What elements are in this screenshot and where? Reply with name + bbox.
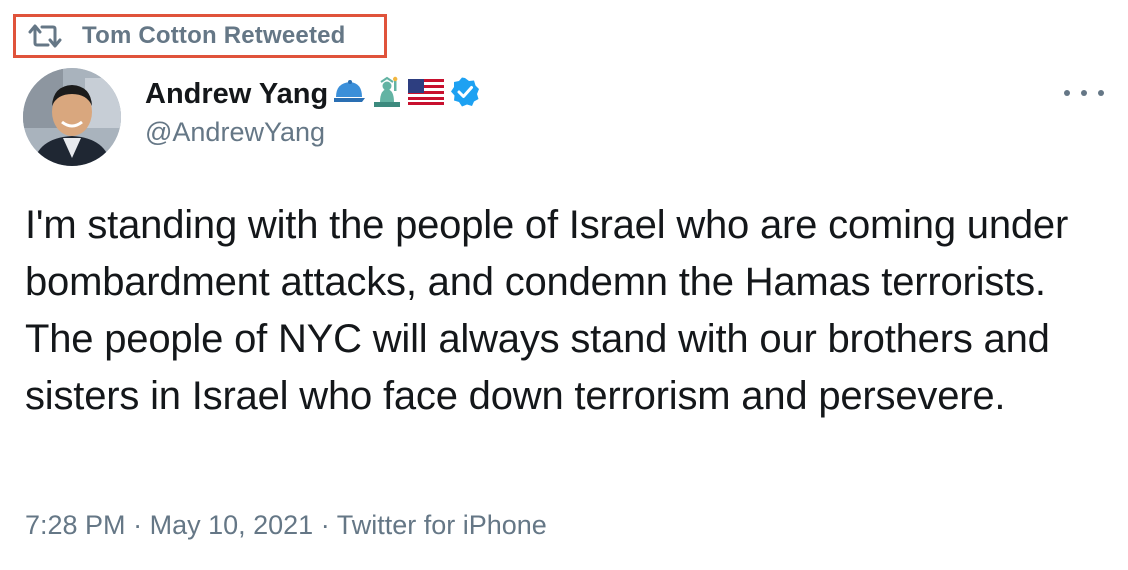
tweet-source[interactable]: Twitter for iPhone — [337, 510, 547, 540]
avatar[interactable] — [23, 68, 121, 166]
tweet-time[interactable]: 7:28 PM — [25, 510, 126, 540]
tweet-meta: 7:28 PM · May 10, 2021 · Twitter for iPh… — [25, 510, 547, 541]
meta-separator: · — [320, 510, 337, 540]
retweet-context[interactable]: Tom Cotton Retweeted — [13, 14, 387, 58]
user-handle[interactable]: @AndrewYang — [145, 117, 325, 148]
statue-of-liberty-emoji — [370, 76, 404, 113]
tweet-card: Tom Cotton Retweeted Andrew Yang @Andrew… — [0, 0, 1128, 570]
tweet-text: I'm standing with the people of Israel w… — [25, 203, 1069, 418]
tweet-date[interactable]: May 10, 2021 — [150, 510, 314, 540]
verified-icon — [450, 77, 480, 112]
display-name[interactable]: Andrew Yang — [145, 78, 328, 111]
retweet-icon — [28, 23, 62, 49]
us-flag-emoji — [408, 78, 445, 110]
cap-emoji — [332, 77, 366, 112]
more-options-icon[interactable] — [1064, 82, 1104, 104]
meta-separator: · — [133, 510, 150, 540]
author-name-row[interactable]: Andrew Yang — [145, 74, 480, 114]
retweet-label[interactable]: Tom Cotton Retweeted — [82, 22, 346, 50]
